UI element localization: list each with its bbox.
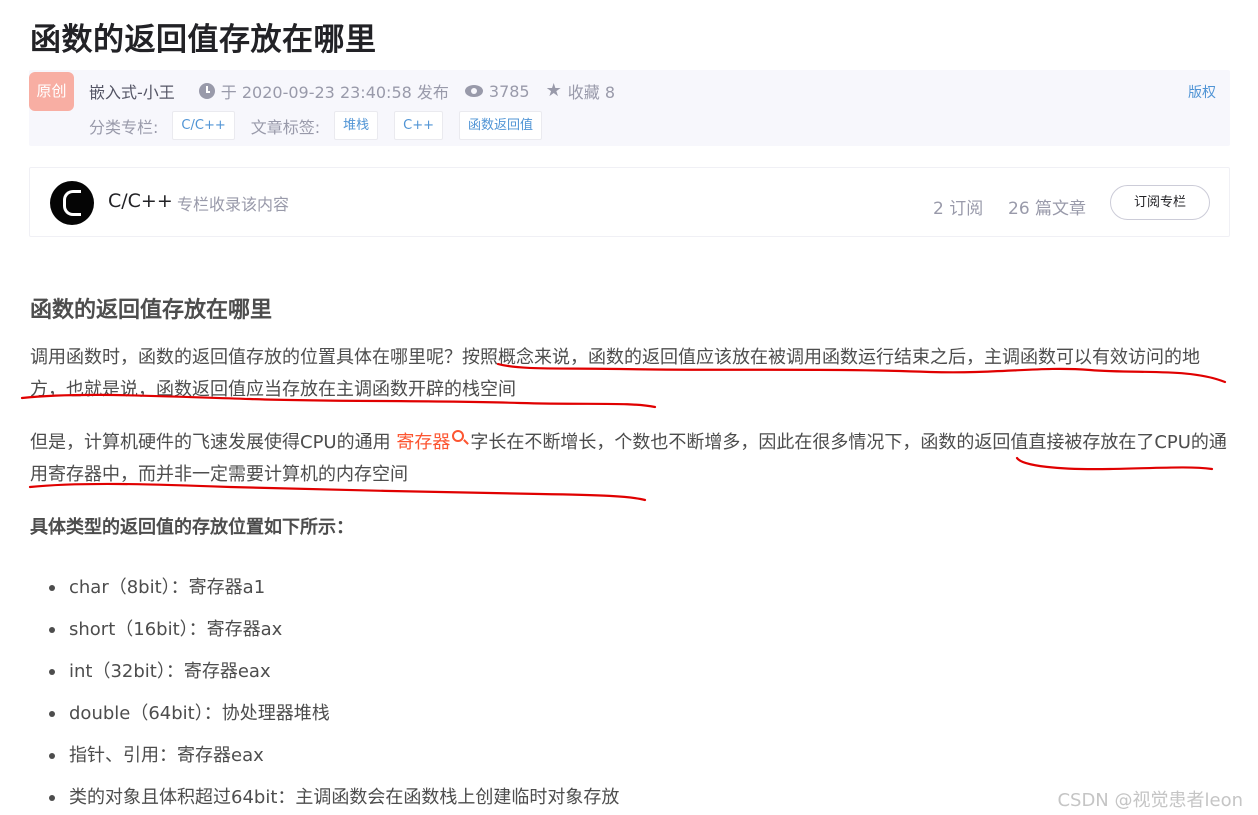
meta-row-tags: 分类专栏: C/C++ 文章标签: 堆栈 C++ 函数返回值 [89,111,558,140]
column-name[interactable]: C/C++ [108,190,173,212]
article-meta: 原创 嵌入式-小王 于 2020-09-23 23:40:58 发布 3785 … [29,70,1230,146]
list-item: 指针、引用：寄存器eax [30,740,619,782]
content-heading: 函数的返回值存放在哪里 [30,298,273,323]
column-subscribers: 2 订阅 [933,199,984,219]
publish-time-text: 于 2020-09-23 23:40:58 发布 [220,83,449,102]
author-link[interactable]: 嵌入式-小王 [89,79,175,103]
list-item: 类的对象且体积超过64bit：主调函数会在函数栈上创建临时对象存放 [30,782,619,815]
list-item: short（16bit）：寄存器ax [30,614,619,656]
category-label: 分类专栏: [89,117,159,137]
list-item: char（8bit）：寄存器a1 [30,572,619,614]
view-count-text: 3785 [488,81,530,101]
paragraph-2-start: 但是，计算机硬件的飞速发展使得CPU的通用 [30,432,397,453]
content-subheading: 具体类型的返回值的存放位置如下所示： [30,517,354,538]
return-location-list: char（8bit）：寄存器a1 short（16bit）：寄存器ax int（… [30,572,619,815]
view-count: 3785 [464,81,530,101]
star-icon: ★ [545,80,562,101]
list-item: int（32bit）：寄存器eax [30,656,619,698]
register-link[interactable]: 寄存器 [396,432,450,453]
paragraph-1: 调用函数时，函数的返回值存放的位置具体在哪里呢？按照概念来说，函数的返回值应该放… [30,347,1200,400]
tag-stack[interactable]: 堆栈 [334,111,379,140]
favorite-button[interactable]: ★ 收藏 8 [546,79,615,103]
category-tag[interactable]: C/C++ [172,111,235,140]
column-article-count: 26 篇文章 [1008,199,1087,219]
article-title: 函数的返回值存放在哪里 [30,22,377,58]
column-logo-icon[interactable] [50,181,94,225]
paragraph-2: 但是，计算机硬件的飞速发展使得CPU的通用 寄存器 字长在不断增长，个数也不断增多… [30,427,1232,491]
tag-function-return[interactable]: 函数返回值 [459,111,543,140]
publish-time: 于 2020-09-23 23:40:58 发布 [198,79,449,103]
search-icon[interactable] [452,430,465,442]
favorite-text: 收藏 8 [567,83,616,102]
meta-row-info: 嵌入式-小王 于 2020-09-23 23:40:58 发布 3785 ★ 收… [89,79,631,103]
column-desc: 专栏收录该内容 [177,195,290,214]
subscribe-column-button[interactable]: 订阅专栏 [1110,185,1210,220]
clock-icon [198,83,215,99]
tag-label: 文章标签: [250,117,321,137]
eye-icon [464,85,483,97]
original-badge: 原创 [29,72,74,111]
csdn-watermark: CSDN @视觉患者leon [1057,790,1243,811]
column-card: C/C++ 专栏收录该内容 2 订阅 26 篇文章 订阅专栏 [29,167,1230,237]
copyright-link[interactable]: 版权 [1188,82,1216,102]
tag-cpp[interactable]: C++ [394,111,444,140]
list-item: double（64bit）：协处理器堆栈 [30,698,619,740]
